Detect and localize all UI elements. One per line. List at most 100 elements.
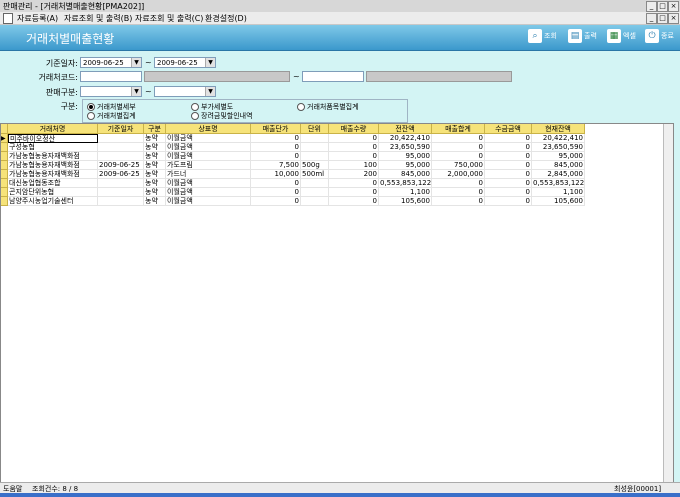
maximize-button[interactable]: □	[657, 1, 668, 12]
table-cell[interactable]: 500ml	[301, 170, 329, 179]
row-header[interactable]	[1, 152, 8, 161]
table-cell[interactable]: 가남농협농용자재백화점	[8, 170, 98, 179]
table-cell[interactable]: 남양주시농업기술센터	[8, 197, 98, 206]
table-cell[interactable]: 2,000,000	[432, 170, 485, 179]
col-header-prev-balance[interactable]: 전잔액	[379, 124, 432, 134]
col-header-date[interactable]: 기준일자	[98, 124, 144, 134]
date-to-combo[interactable]: 2009-06-25 ▼	[154, 57, 216, 68]
table-cell[interactable]: 200	[329, 170, 379, 179]
table-cell[interactable]: 농약	[144, 161, 166, 170]
table-cell[interactable]: 20,422,410	[379, 134, 432, 143]
table-cell[interactable]: 500g	[301, 161, 329, 170]
table-cell[interactable]: 이월금액	[166, 179, 251, 188]
row-header-current[interactable]: ▶	[1, 134, 8, 143]
row-header[interactable]	[1, 197, 8, 206]
row-header[interactable]	[1, 170, 8, 179]
table-cell[interactable]: 0	[432, 134, 485, 143]
table-cell[interactable]: 0	[329, 188, 379, 197]
table-cell[interactable]: 105,600	[532, 197, 585, 206]
print-button[interactable]: ▤ 출력	[568, 29, 597, 47]
table-cell[interactable]	[98, 143, 144, 152]
table-cell[interactable]: 0	[329, 143, 379, 152]
sales-grid[interactable]: 거래처명 기준일자 구분 상표명 매출단가 단위 매출수량 전잔액 매출합계 수…	[0, 123, 674, 483]
table-cell[interactable]: 0	[329, 179, 379, 188]
table-cell[interactable]: 곤지암단위농협	[8, 188, 98, 197]
table-cell[interactable]: 0	[432, 152, 485, 161]
table-cell[interactable]: 0,553,853,122	[532, 179, 585, 188]
table-cell[interactable]	[301, 188, 329, 197]
col-header-collected[interactable]: 수금금액	[485, 124, 532, 134]
table-cell[interactable]: 2,845,000	[532, 170, 585, 179]
table-cell[interactable]: 23,650,590	[379, 143, 432, 152]
table-cell[interactable]: 845,000	[379, 170, 432, 179]
row-header[interactable]	[1, 188, 8, 197]
menu-item-register[interactable]: 자료등록(A)	[17, 13, 58, 24]
table-cell[interactable]: 이월금액	[166, 143, 251, 152]
table-cell[interactable]: 이월금액	[166, 197, 251, 206]
table-cell[interactable]: 750,000	[432, 161, 485, 170]
exit-button[interactable]: ⏻ 종료	[645, 29, 674, 47]
table-cell[interactable]: 0	[432, 188, 485, 197]
table-cell[interactable]: 이월금액	[166, 134, 251, 143]
table-cell[interactable]	[301, 197, 329, 206]
table-cell[interactable]: 미주바이오정산	[8, 134, 98, 143]
table-cell[interactable]	[98, 134, 144, 143]
table-cell[interactable]: 7,500	[251, 161, 301, 170]
table-cell[interactable]: 0	[251, 179, 301, 188]
col-header-current-balance[interactable]: 현재잔액	[532, 124, 585, 134]
table-cell[interactable]: 가남농협농용자재백화점	[8, 161, 98, 170]
table-cell[interactable]: 0	[329, 197, 379, 206]
table-cell[interactable]: 95,000	[532, 152, 585, 161]
table-cell[interactable]: 0	[485, 161, 532, 170]
table-cell[interactable]	[301, 179, 329, 188]
radio-client-summary[interactable]: 거래처별집계	[87, 111, 136, 121]
col-header-client[interactable]: 거래처명	[8, 124, 98, 134]
table-cell[interactable]: 2009-06-25	[98, 161, 144, 170]
radio-incentive-discount[interactable]: 장려금및할인내역	[191, 111, 253, 121]
table-cell[interactable]: 0	[485, 188, 532, 197]
table-cell[interactable]: 0	[251, 188, 301, 197]
table-cell[interactable]: 0	[329, 134, 379, 143]
table-cell[interactable]: 105,600	[379, 197, 432, 206]
grid-vertical-scrollbar[interactable]	[663, 124, 673, 482]
table-cell[interactable]	[301, 134, 329, 143]
table-cell[interactable]	[98, 152, 144, 161]
menu-item-settings[interactable]: 환경설정(D)	[205, 13, 247, 24]
table-cell[interactable]: 농약	[144, 170, 166, 179]
date-from-combo[interactable]: 2009-06-25 ▼	[80, 57, 142, 68]
menu-item-query-b[interactable]: 자료조회 및 출력(B)	[64, 13, 132, 24]
col-header-brand[interactable]: 상표명	[166, 124, 251, 134]
table-cell[interactable]: 0	[485, 197, 532, 206]
table-cell[interactable]: 20,422,410	[532, 134, 585, 143]
table-cell[interactable]	[301, 143, 329, 152]
table-cell[interactable]: 0	[485, 170, 532, 179]
table-cell[interactable]	[98, 179, 144, 188]
table-cell[interactable]: 이월금액	[166, 152, 251, 161]
table-cell[interactable]	[98, 188, 144, 197]
table-cell[interactable]: 0	[251, 152, 301, 161]
table-cell[interactable]: 농약	[144, 188, 166, 197]
col-header-type[interactable]: 구분	[144, 124, 166, 134]
table-cell[interactable]: 10,000	[251, 170, 301, 179]
minimize-button[interactable]: _	[646, 1, 657, 12]
table-cell[interactable]: 농약	[144, 152, 166, 161]
table-cell[interactable]: 대신농업협동조합	[8, 179, 98, 188]
row-header[interactable]	[1, 143, 8, 152]
table-cell[interactable]: 0	[485, 143, 532, 152]
table-cell[interactable]: 95,000	[379, 152, 432, 161]
table-cell[interactable]: 농약	[144, 143, 166, 152]
row-header[interactable]	[1, 179, 8, 188]
table-cell[interactable]: 95,000	[379, 161, 432, 170]
client-code-from-input[interactable]	[80, 71, 142, 82]
table-cell[interactable]: 가도프림	[166, 161, 251, 170]
table-cell[interactable]	[98, 197, 144, 206]
menu-item-query-c[interactable]: 자료조회 및 출력(C)	[135, 13, 203, 24]
client-code-to-input[interactable]	[302, 71, 364, 82]
row-header[interactable]	[1, 161, 8, 170]
table-cell[interactable]: 농약	[144, 179, 166, 188]
close-button[interactable]: ×	[668, 1, 679, 12]
table-cell[interactable]: 0	[432, 197, 485, 206]
search-button[interactable]: ⌕ 조회	[528, 29, 557, 47]
child-minimize-button[interactable]: _	[646, 13, 657, 24]
table-cell[interactable]: 이월금액	[166, 188, 251, 197]
